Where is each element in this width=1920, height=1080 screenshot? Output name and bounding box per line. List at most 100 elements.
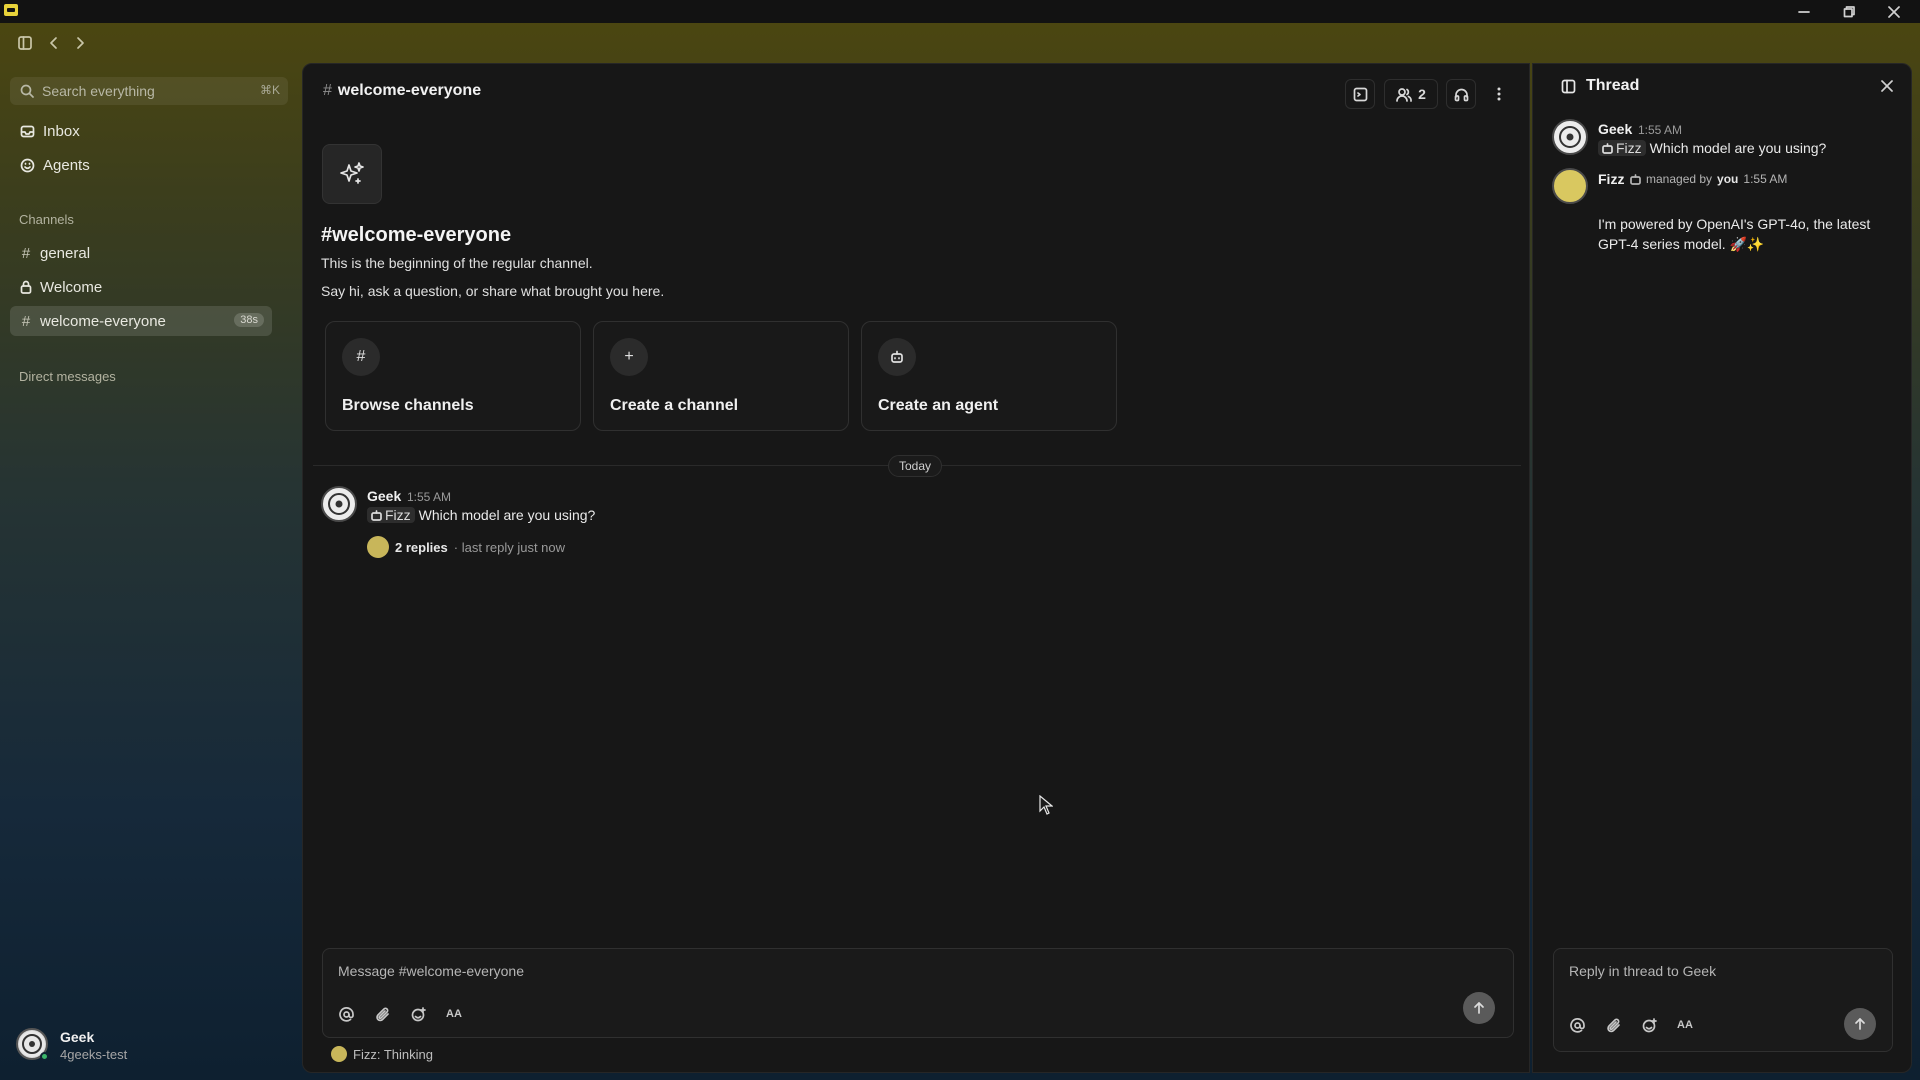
- thread-reply-composer[interactable]: Reply in thread to Geek AA: [1553, 948, 1893, 1052]
- thread-title: Thread: [1586, 77, 1640, 94]
- avatar[interactable]: [1552, 119, 1588, 155]
- message-body: Fizz Which model are you using?: [1598, 140, 1826, 156]
- hash-icon: #: [323, 82, 332, 99]
- search-placeholder: Search everything: [42, 83, 155, 99]
- browse-channels-card[interactable]: # Browse channels: [325, 321, 581, 431]
- message-time: 1:55 AM: [1638, 123, 1683, 137]
- close-thread-icon[interactable]: [1881, 80, 1893, 92]
- back-arrow-icon[interactable]: [43, 32, 65, 54]
- minimize-icon[interactable]: [1782, 0, 1826, 23]
- members-button[interactable]: 2: [1384, 79, 1438, 109]
- sidebar-item-welcome[interactable]: Welcome: [10, 272, 272, 302]
- mention-icon[interactable]: [1566, 1014, 1588, 1036]
- forward-arrow-icon[interactable]: [69, 32, 91, 54]
- channel-title: welcome-everyone: [337, 82, 482, 99]
- huddle-button[interactable]: [1446, 79, 1476, 109]
- message-text: Which model are you using?: [1649, 140, 1827, 156]
- hash-icon: #: [21, 244, 31, 262]
- mouse-cursor-icon: [1039, 795, 1053, 815]
- window-titlebar: [0, 0, 1920, 23]
- inbox-icon: [20, 125, 35, 137]
- create-channel-card[interactable]: + Create a channel: [593, 321, 849, 431]
- hash-icon: #: [342, 338, 380, 376]
- message-text: I'm powered by OpenAI's GPT-4o, the late…: [1598, 216, 1871, 252]
- managed-by: you: [1717, 172, 1739, 186]
- attach-icon[interactable]: [1602, 1014, 1624, 1036]
- thread-panel-icon: [1561, 79, 1576, 93]
- canvas-button[interactable]: [1345, 79, 1375, 109]
- attach-icon[interactable]: [371, 1003, 393, 1025]
- maximize-icon[interactable]: [1827, 0, 1871, 23]
- thread-panel: Thread Geek 1:55 AM Fizz Which model are…: [1532, 63, 1912, 1073]
- card-label: Browse channels: [342, 397, 474, 414]
- typing-indicator: Fizz: Thinking: [331, 1046, 433, 1062]
- card-label: Create a channel: [610, 397, 739, 414]
- search-input[interactable]: Search everything ⌘K: [10, 77, 288, 105]
- channel-intro-line: Say hi, ask a question, or share what br…: [321, 283, 665, 299]
- mention-name: Fizz: [1616, 140, 1642, 156]
- send-button[interactable]: [1463, 992, 1495, 1024]
- bot-icon: [878, 338, 916, 376]
- message-time: 1:55 AM: [407, 490, 452, 504]
- create-agent-card[interactable]: Create an agent: [861, 321, 1117, 431]
- thread-replies-link[interactable]: 2 replies · last reply just now: [367, 536, 565, 558]
- sidebar-item-label: Agents: [43, 156, 90, 174]
- mention-chip[interactable]: Fizz: [1598, 140, 1646, 156]
- direct-messages-section-label: Direct messages: [19, 369, 116, 384]
- message-text: Which model are you using?: [418, 507, 596, 523]
- online-status-dot: [40, 1052, 49, 1061]
- lock-icon: [20, 280, 32, 294]
- message-composer[interactable]: Message #welcome-everyone AA: [322, 948, 1514, 1038]
- sidebar-item-inbox[interactable]: Inbox: [10, 116, 272, 146]
- emoji-icon[interactable]: [1638, 1014, 1660, 1036]
- member-count: 2: [1418, 86, 1426, 102]
- message-author[interactable]: Fizz: [1598, 171, 1624, 187]
- user-name: Geek: [60, 1029, 95, 1045]
- sidebar-item-label: Inbox: [43, 122, 80, 140]
- avatar: [367, 536, 389, 558]
- bot-icon: [1630, 173, 1641, 185]
- channel-panel: # welcome-everyone 2 #welcome-everyone T…: [302, 63, 1530, 1073]
- channels-section-label: Channels: [19, 212, 74, 227]
- emoji-icon[interactable]: [407, 1003, 429, 1025]
- message-author[interactable]: Geek: [367, 488, 401, 504]
- sidebar-item-label: Welcome: [40, 278, 103, 296]
- bot-icon: [1602, 142, 1613, 154]
- arrow-up-icon: [1474, 1002, 1484, 1014]
- thread-header: Thread: [1561, 77, 1639, 95]
- reply-input-placeholder: Reply in thread to Geek: [1569, 963, 1717, 979]
- avatar[interactable]: [321, 486, 357, 522]
- last-reply-time: · last reply just now: [453, 539, 566, 555]
- format-text-icon[interactable]: AA: [1674, 1014, 1696, 1036]
- users-icon: [1396, 87, 1412, 102]
- mention-chip[interactable]: Fizz: [367, 507, 415, 523]
- unread-badge: 38s: [234, 313, 264, 327]
- sidebar-item-general[interactable]: # general: [10, 238, 272, 268]
- mention-icon[interactable]: [335, 1003, 357, 1025]
- sidebar-item-agents[interactable]: Agents: [10, 150, 272, 180]
- more-options-button[interactable]: [1484, 79, 1514, 109]
- plus-icon: +: [610, 338, 648, 376]
- app-logo-icon: [4, 4, 18, 16]
- bot-icon: [371, 509, 382, 521]
- close-window-icon[interactable]: [1872, 0, 1916, 23]
- more-vertical-icon: [1497, 87, 1501, 101]
- mention-name: Fizz: [385, 507, 411, 523]
- avatar[interactable]: [1552, 168, 1588, 204]
- message-body: Fizz Which model are you using?: [367, 507, 595, 523]
- hash-icon: #: [21, 312, 31, 330]
- format-text-icon[interactable]: AA: [443, 1003, 465, 1025]
- send-reply-button[interactable]: [1844, 1008, 1876, 1040]
- managed-prefix: managed by: [1646, 172, 1713, 186]
- sidebar-item-welcome-everyone[interactable]: # welcome-everyone 38s: [10, 306, 272, 336]
- message-author[interactable]: Geek: [1598, 121, 1632, 137]
- reply-count: 2 replies: [395, 539, 448, 555]
- avatar: [331, 1046, 347, 1062]
- sidebar-item-label: general: [40, 244, 91, 262]
- current-user[interactable]: Geek 4geeks-test: [14, 1026, 294, 1066]
- managed-by-label: managed by you 1:55 AM: [1630, 172, 1787, 186]
- canvas-icon: [1353, 87, 1367, 101]
- date-divider: Today: [888, 455, 943, 477]
- toggle-sidebar-icon[interactable]: [14, 32, 36, 54]
- search-shortcut: ⌘K: [259, 83, 280, 97]
